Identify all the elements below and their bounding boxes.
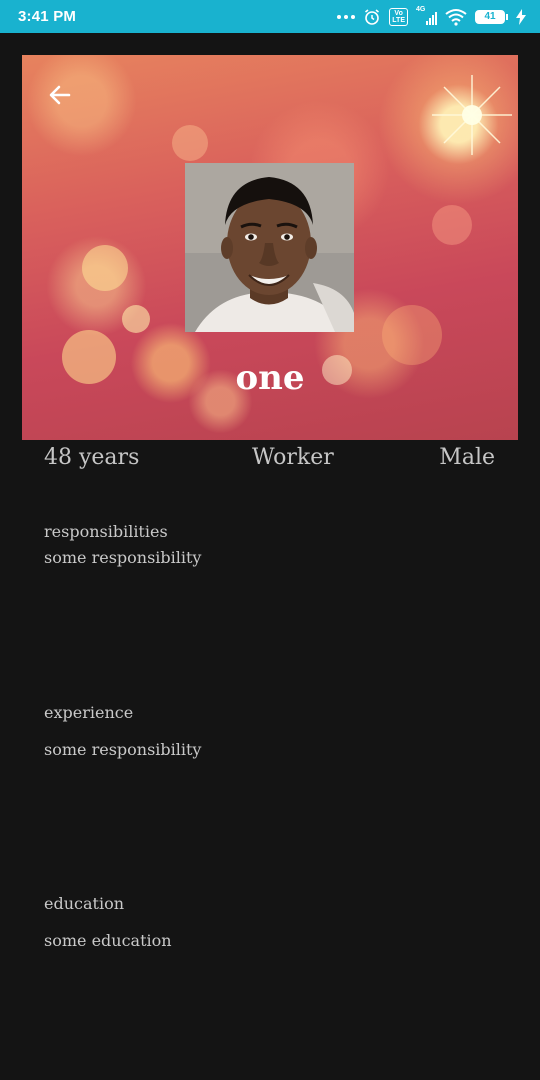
education-value: some education <box>44 931 172 950</box>
bokeh-light <box>432 205 472 245</box>
battery-level: 41 <box>475 10 505 24</box>
education-label: education <box>44 894 124 913</box>
profile-name: one <box>235 358 305 398</box>
back-button[interactable] <box>44 79 76 111</box>
wifi-icon <box>445 9 467 26</box>
age-text: 48 years <box>44 445 140 470</box>
bokeh-light <box>82 245 128 291</box>
responsibilities-value: some responsibility <box>44 548 202 567</box>
arrow-left-icon <box>49 85 71 105</box>
status-icons: Vo LTE 4G 41 <box>337 6 526 28</box>
alarm-icon <box>365 9 380 25</box>
profile-info-row: 48 years Worker Male <box>0 443 540 477</box>
bokeh-light <box>382 305 442 365</box>
more-dots-icon <box>337 15 356 19</box>
gender-text: Male <box>439 445 495 470</box>
signal-icon: 4G <box>416 6 437 25</box>
responsibilities-label: responsibilities <box>44 522 168 541</box>
network-type: 4G <box>416 6 426 13</box>
experience-value: some responsibility <box>44 740 202 759</box>
status-bar: 3:41 PM Vo LTE 4G 41 <box>0 0 540 33</box>
bokeh-light <box>122 305 150 333</box>
job-text: Worker <box>252 445 334 470</box>
sparkle-icon <box>432 75 512 155</box>
profile-banner: one <box>22 55 518 440</box>
status-time: 3:41 PM <box>18 8 77 25</box>
experience-label: experience <box>44 703 134 722</box>
avatar <box>185 163 354 332</box>
charging-icon <box>516 9 526 25</box>
volte-icon: Vo LTE <box>389 8 408 26</box>
battery-icon: 41 <box>475 10 508 24</box>
bokeh-light <box>172 125 208 161</box>
